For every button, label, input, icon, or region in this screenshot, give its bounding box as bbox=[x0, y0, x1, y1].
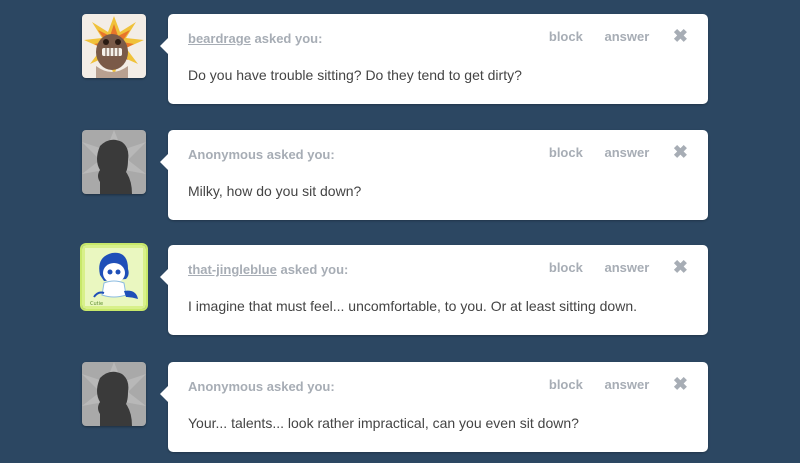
block-button[interactable]: block bbox=[549, 145, 583, 160]
asked-suffix: asked you: bbox=[280, 262, 349, 277]
asker-name: Anonymous bbox=[188, 379, 264, 394]
asker-name-link[interactable]: beardrage bbox=[188, 31, 251, 46]
ask-actions: block answer ✖ bbox=[531, 27, 688, 45]
ask-post: Cutie that-jingleblue asked you: block a… bbox=[0, 245, 800, 337]
answer-button[interactable]: answer bbox=[604, 145, 649, 160]
asker-line: beardrage asked you: bbox=[188, 31, 322, 46]
cartoon-character-avatar-icon[interactable]: Cutie bbox=[82, 245, 146, 309]
answer-button[interactable]: answer bbox=[604, 29, 649, 44]
ask-actions: block answer ✖ bbox=[531, 143, 688, 161]
asker-name-link[interactable]: that-jingleblue bbox=[188, 262, 277, 277]
inbox-feed: beardrage asked you: block answer ✖ Do y… bbox=[0, 0, 800, 463]
svg-text:Cutie: Cutie bbox=[90, 301, 103, 307]
ask-post: Anonymous asked you: block answer ✖ Milk… bbox=[0, 130, 800, 222]
ask-post: beardrage asked you: block answer ✖ Do y… bbox=[0, 14, 800, 106]
block-button[interactable]: block bbox=[549, 29, 583, 44]
close-icon[interactable]: ✖ bbox=[673, 258, 688, 276]
answer-button[interactable]: answer bbox=[604, 260, 649, 275]
close-icon[interactable]: ✖ bbox=[673, 27, 688, 45]
question-text: Milky, how do you sit down? bbox=[188, 183, 362, 199]
asked-suffix: asked you: bbox=[266, 379, 335, 394]
anonymous-silhouette-avatar-icon[interactable] bbox=[82, 362, 146, 426]
block-button[interactable]: block bbox=[549, 260, 583, 275]
question-text: Your... talents... look rather impractic… bbox=[188, 415, 579, 431]
asker-name: Anonymous bbox=[188, 147, 264, 162]
anonymous-silhouette-avatar-icon[interactable] bbox=[82, 130, 146, 194]
ask-card: beardrage asked you: block answer ✖ Do y… bbox=[160, 14, 708, 104]
ask-post: Anonymous asked you: block answer ✖ Your… bbox=[0, 362, 800, 454]
block-button[interactable]: block bbox=[549, 377, 583, 392]
asker-line: Anonymous asked you: bbox=[188, 147, 335, 162]
close-icon[interactable]: ✖ bbox=[673, 143, 688, 161]
ask-actions: block answer ✖ bbox=[531, 258, 688, 276]
ask-card: that-jingleblue asked you: block answer … bbox=[160, 245, 708, 335]
question-text: Do you have trouble sitting? Do they ten… bbox=[188, 67, 522, 83]
question-text: I imagine that must feel... uncomfortabl… bbox=[188, 298, 637, 314]
explosion-face-avatar-icon[interactable] bbox=[82, 14, 146, 78]
asked-suffix: asked you: bbox=[266, 147, 335, 162]
answer-button[interactable]: answer bbox=[604, 377, 649, 392]
ask-card: Anonymous asked you: block answer ✖ Milk… bbox=[160, 130, 708, 220]
asker-line: that-jingleblue asked you: bbox=[188, 262, 348, 277]
asker-line: Anonymous asked you: bbox=[188, 379, 335, 394]
close-icon[interactable]: ✖ bbox=[673, 375, 688, 393]
ask-actions: block answer ✖ bbox=[531, 375, 688, 393]
asked-suffix: asked you: bbox=[254, 31, 323, 46]
ask-card: Anonymous asked you: block answer ✖ Your… bbox=[160, 362, 708, 452]
